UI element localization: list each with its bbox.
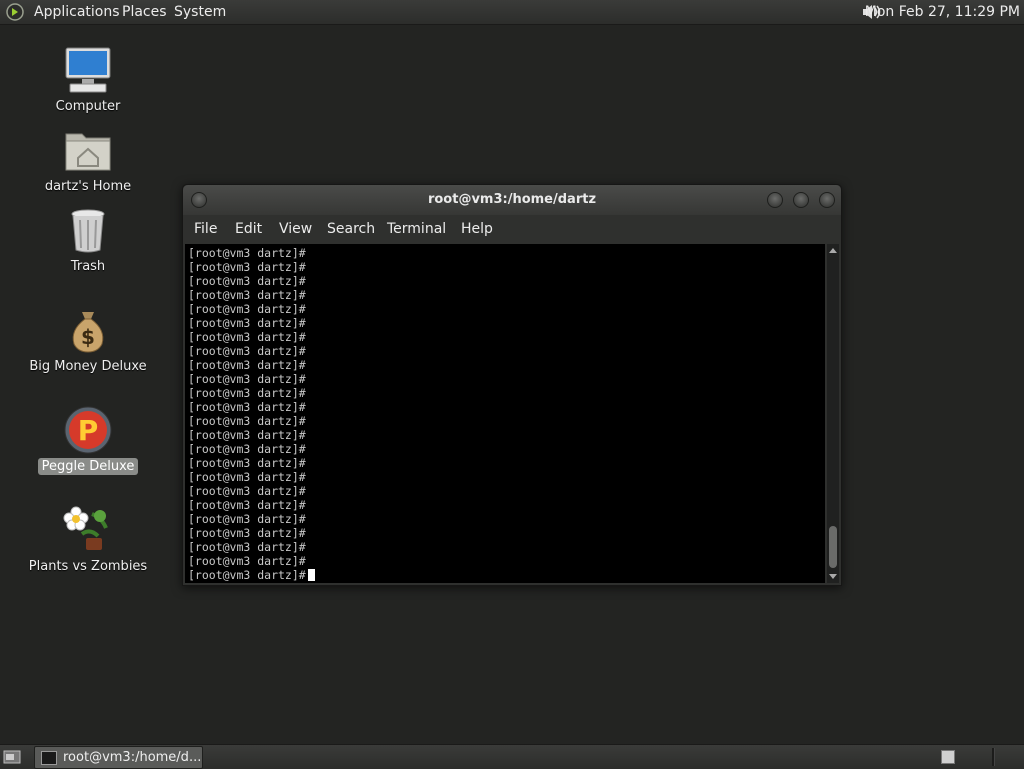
close-button[interactable]	[819, 192, 835, 208]
top-panel: Applications Places System Mon Feb 27, 1…	[0, 0, 1024, 25]
terminal-prompt-line: [root@vm3 dartz]#	[188, 526, 306, 540]
terminal-prompt-line: [root@vm3 dartz]#	[188, 512, 306, 526]
terminal-prompt-line: [root@vm3 dartz]#	[188, 330, 306, 344]
desktop-icon-label: Computer	[55, 99, 121, 114]
terminal-prompt-line: [root@vm3 dartz]#	[188, 414, 306, 428]
minimize-button[interactable]	[767, 192, 783, 208]
window-titlebar[interactable]: root@vm3:/home/dartz	[183, 185, 841, 215]
terminal-prompt-line: [root@vm3 dartz]#	[188, 274, 306, 288]
terminal-prompt-line: [root@vm3 dartz]#	[188, 386, 306, 400]
peggle-icon: P	[64, 406, 112, 454]
panel-separator	[992, 748, 995, 766]
terminal-prompt-line: [root@vm3 dartz]#	[188, 568, 315, 582]
scrollbar-thumb[interactable]	[829, 526, 837, 568]
menu-help[interactable]: Help	[461, 215, 493, 243]
terminal-output: [root@vm3 dartz]# [root@vm3 dartz]# [root@…	[188, 246, 315, 582]
menu-edit[interactable]: Edit	[235, 215, 262, 243]
places-menu[interactable]: Places	[122, 0, 167, 24]
terminal-prompt-line: [root@vm3 dartz]#	[188, 498, 306, 512]
scroll-up-arrow-icon[interactable]	[829, 248, 837, 253]
terminal-prompt-line: [root@vm3 dartz]#	[188, 372, 306, 386]
terminal-prompt-line: [root@vm3 dartz]#	[188, 358, 306, 372]
clock[interactable]: Mon Feb 27, 11:29 PM	[865, 0, 1020, 24]
desktop-icon-plants-vs-zombies[interactable]: Plants vs Zombies	[18, 504, 158, 575]
desktop-icon-label: Plants vs Zombies	[28, 559, 148, 574]
workspace-switcher[interactable]	[941, 750, 955, 764]
text-cursor	[307, 569, 315, 581]
terminal-icon	[41, 751, 57, 765]
terminal-prompt-line: [root@vm3 dartz]#	[188, 540, 306, 554]
desktop-icon-label: Trash	[70, 259, 106, 274]
money-bag-icon: $	[72, 312, 104, 353]
terminal-prompt-line: [root@vm3 dartz]#	[188, 442, 306, 456]
svg-text:P: P	[78, 414, 99, 447]
menu-search[interactable]: Search	[327, 215, 375, 243]
terminal-prompt-line: [root@vm3 dartz]#	[188, 428, 306, 442]
desktop-icon-label: dartz's Home	[44, 179, 132, 194]
terminal-menubar: File Edit View Search Terminal Help	[183, 215, 841, 243]
bottom-panel: root@vm3:/home/d...	[0, 744, 1024, 769]
taskbar-label: root@vm3:/home/d...	[63, 750, 202, 765]
terminal-prompt-line: [root@vm3 dartz]#	[188, 400, 306, 414]
desktop-icon-label: Big Money Deluxe	[29, 359, 147, 374]
terminal-window[interactable]: root@vm3:/home/dartz File Edit View Sear…	[182, 184, 842, 586]
menu-file[interactable]: File	[194, 215, 217, 243]
taskbar-terminal-button[interactable]: root@vm3:/home/d...	[34, 746, 203, 769]
applications-menu[interactable]: Applications	[34, 0, 120, 24]
show-desktop-icon[interactable]	[3, 749, 21, 765]
terminal-prompt-line: [root@vm3 dartz]#	[188, 260, 306, 274]
system-menu[interactable]: System	[174, 0, 226, 24]
menu-terminal[interactable]: Terminal	[387, 215, 446, 243]
desktop-icon-peggle[interactable]: P Peggle Deluxe	[18, 404, 158, 475]
desktop-icon-computer[interactable]: Computer	[18, 44, 158, 115]
maximize-button[interactable]	[793, 192, 809, 208]
terminal-prompt-line: [root@vm3 dartz]#	[188, 470, 306, 484]
svg-text:$: $	[81, 325, 95, 349]
desktop-icon-big-money[interactable]: $ Big Money Deluxe	[18, 304, 158, 375]
terminal-prompt-line: [root@vm3 dartz]#	[188, 288, 306, 302]
home-folder-icon	[65, 133, 111, 171]
terminal-prompt-line: [root@vm3 dartz]#	[188, 554, 306, 568]
terminal-prompt-line: [root@vm3 dartz]#	[188, 246, 306, 260]
scroll-down-arrow-icon[interactable]	[829, 574, 837, 579]
plants-vs-zombies-icon	[63, 506, 108, 550]
desktop-icon-trash[interactable]: Trash	[18, 204, 158, 275]
terminal-prompt-line: [root@vm3 dartz]#	[188, 344, 306, 358]
terminal-prompt-line: [root@vm3 dartz]#	[188, 484, 306, 498]
trash-icon	[71, 209, 105, 253]
terminal-screen[interactable]: [root@vm3 dartz]# [root@vm3 dartz]# [root@…	[185, 244, 825, 583]
terminal-prompt-line: [root@vm3 dartz]#	[188, 316, 306, 330]
terminal-scrollbar[interactable]	[827, 244, 839, 583]
gnome-foot-icon[interactable]	[6, 3, 24, 21]
desktop-icon-home[interactable]: dartz's Home	[18, 124, 158, 195]
terminal-prompt-line: [root@vm3 dartz]#	[188, 456, 306, 470]
menu-view[interactable]: View	[279, 215, 312, 243]
window-title: root@vm3:/home/dartz	[427, 192, 597, 207]
desktop-icon-label: Peggle Deluxe	[37, 458, 139, 475]
terminal-prompt-line: [root@vm3 dartz]#	[188, 302, 306, 316]
computer-icon	[65, 47, 111, 93]
